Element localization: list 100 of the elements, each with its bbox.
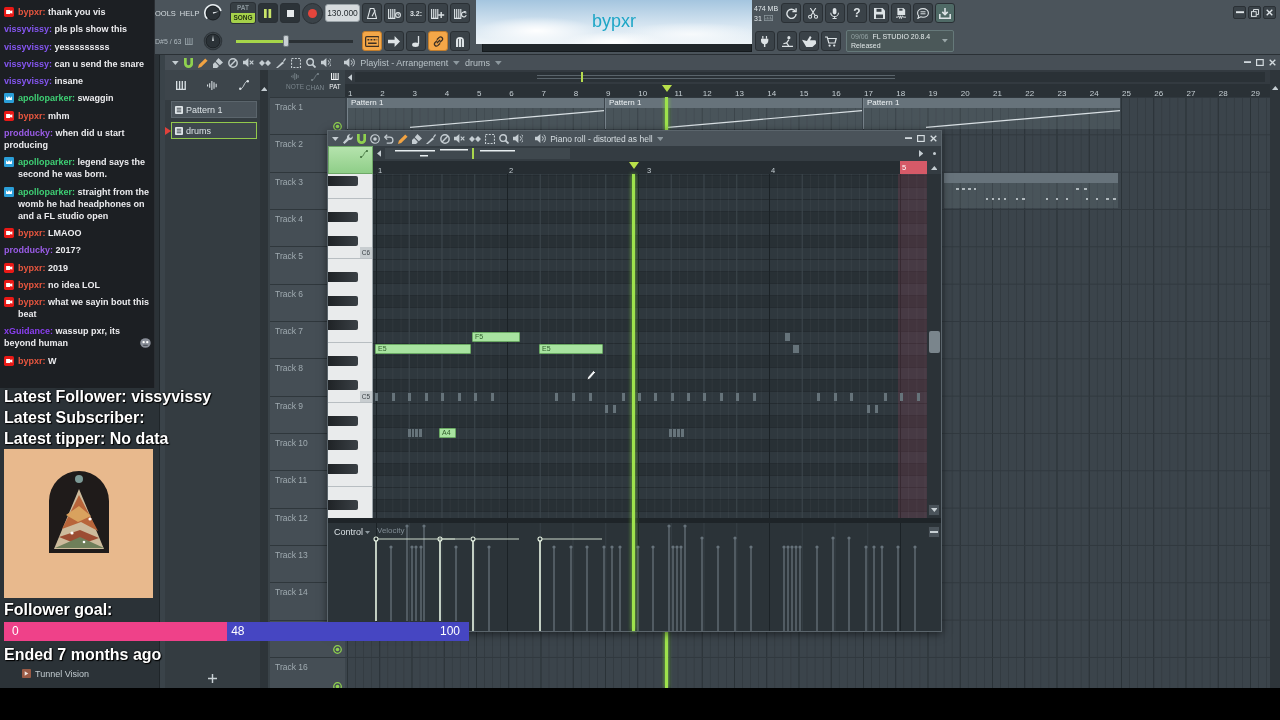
loop-record-button[interactable]: [450, 3, 470, 23]
track-name[interactable]: Track 5: [275, 251, 304, 262]
waveform-icon[interactable]: [207, 80, 218, 90]
download-button[interactable]: [935, 3, 955, 23]
diamonds-icon[interactable]: [258, 59, 271, 66]
track-name[interactable]: Track 2: [275, 139, 304, 150]
diamonds-icon[interactable]: [468, 135, 481, 142]
dashed-square-icon[interactable]: [484, 133, 495, 144]
caret-left-icon[interactable]: [377, 150, 382, 157]
velocity-bar[interactable]: [470, 536, 476, 631]
pattern-name[interactable]: drums: [464, 57, 490, 68]
slider-thumb[interactable]: [283, 35, 290, 47]
zoom-icon[interactable]: [498, 133, 509, 144]
speaker-icon[interactable]: [512, 134, 524, 143]
scrollbar-thumb[interactable]: [928, 331, 940, 353]
mute-icon[interactable]: [453, 134, 465, 143]
maximize-icon[interactable]: [1256, 59, 1264, 66]
dome-button[interactable]: [450, 31, 470, 51]
track-name[interactable]: Track 8: [275, 363, 304, 374]
volume-knob[interactable]: [203, 3, 223, 23]
close-button[interactable]: [1263, 6, 1276, 19]
plus-icon[interactable]: [208, 673, 217, 683]
caret-up-icon[interactable]: [1271, 86, 1279, 90]
circle-slash-icon[interactable]: [227, 57, 238, 68]
collapse-button[interactable]: [928, 526, 940, 538]
speaker-icon[interactable]: [320, 58, 332, 67]
caret-right-icon[interactable]: [918, 150, 923, 157]
mute-icon[interactable]: [242, 58, 254, 67]
track-name[interactable]: Track 10: [275, 437, 308, 448]
typing-keyboard-button[interactable]: [362, 31, 382, 51]
metronome-button[interactable]: [362, 3, 382, 23]
track-name[interactable]: Track 12: [275, 512, 308, 523]
cart-button[interactable]: [821, 31, 841, 51]
caret-icon[interactable]: [494, 60, 502, 65]
minimize-icon[interactable]: [1243, 61, 1252, 64]
track-name[interactable]: Track 11: [275, 475, 308, 486]
audio-input-button[interactable]: [825, 3, 845, 23]
track-name[interactable]: Track 9: [275, 400, 304, 411]
track-name[interactable]: Track 1: [275, 102, 304, 112]
led-icon[interactable]: [333, 122, 342, 132]
led-icon[interactable]: [333, 644, 342, 654]
caret-up-icon[interactable]: [260, 87, 268, 91]
control-dropdown[interactable]: Control: [334, 527, 373, 537]
caret-icon[interactable]: [656, 136, 664, 141]
browser-item[interactable]: Tunnel Vision: [22, 667, 159, 680]
velocity-bar[interactable]: [537, 536, 543, 631]
track-name[interactable]: Track 13: [275, 549, 308, 560]
save-button[interactable]: [869, 3, 889, 23]
curve-icon[interactable]: [239, 80, 250, 90]
knife-icon[interactable]: [275, 57, 286, 68]
dashed-square-icon[interactable]: [290, 57, 301, 68]
note-button[interactable]: [406, 31, 426, 51]
target-icon[interactable]: [369, 133, 380, 144]
pattern-clip[interactable]: [944, 172, 1118, 208]
track-name[interactable]: Track 6: [275, 288, 304, 299]
track-name[interactable]: Track 4: [275, 214, 304, 224]
note-overview[interactable]: [385, 148, 571, 159]
track-name[interactable]: Track 14: [275, 587, 308, 598]
brush-icon[interactable]: [212, 57, 223, 68]
speaker-icon[interactable]: [344, 58, 356, 67]
wait-input-button[interactable]: [384, 3, 404, 23]
play-pause-button[interactable]: [258, 3, 278, 23]
pattern-item[interactable]: drums: [171, 122, 257, 139]
link-button[interactable]: [428, 31, 448, 51]
magnet-icon[interactable]: [356, 133, 366, 144]
cut-button[interactable]: [803, 3, 823, 23]
pencil-icon[interactable]: [197, 57, 208, 68]
caret-up-icon[interactable]: [930, 165, 938, 170]
caret-icon[interactable]: [453, 60, 460, 65]
knife-icon[interactable]: [425, 133, 436, 144]
velocity-bar[interactable]: [437, 536, 443, 622]
maximize-icon[interactable]: [917, 135, 925, 142]
track-name[interactable]: Track 7: [275, 325, 304, 336]
track-name[interactable]: Track 3: [275, 176, 304, 187]
minimize-button[interactable]: [1233, 6, 1246, 19]
blend-notes-button[interactable]: [428, 3, 448, 23]
restore-button[interactable]: [1248, 6, 1261, 19]
caret-icon[interactable]: [172, 60, 179, 65]
undo-icon[interactable]: [383, 133, 394, 144]
export-button[interactable]: [891, 3, 911, 23]
caret-left-icon[interactable]: [348, 73, 353, 81]
circle-slash-icon[interactable]: [439, 133, 450, 144]
bowl-button[interactable]: [799, 31, 819, 51]
speaker-icon[interactable]: [535, 134, 547, 143]
chat-button[interactable]: [913, 3, 933, 23]
close-icon[interactable]: [930, 135, 937, 142]
step-edit-button[interactable]: [384, 31, 404, 51]
wrench-icon[interactable]: [342, 133, 353, 144]
zoom-icon[interactable]: [305, 57, 316, 68]
history-button[interactable]: [781, 3, 801, 23]
scroll-down-button[interactable]: [928, 504, 940, 516]
tempo-display[interactable]: 130.000: [325, 4, 360, 22]
brush-icon[interactable]: [411, 133, 422, 144]
magnet-icon[interactable]: [183, 57, 193, 68]
dot-icon[interactable]: [932, 152, 936, 155]
figure-button[interactable]: [777, 31, 797, 51]
stop-button[interactable]: [280, 3, 300, 23]
help-button[interactable]: ?: [847, 3, 867, 23]
minimize-icon[interactable]: [904, 137, 913, 140]
plugin-button[interactable]: [755, 31, 775, 51]
